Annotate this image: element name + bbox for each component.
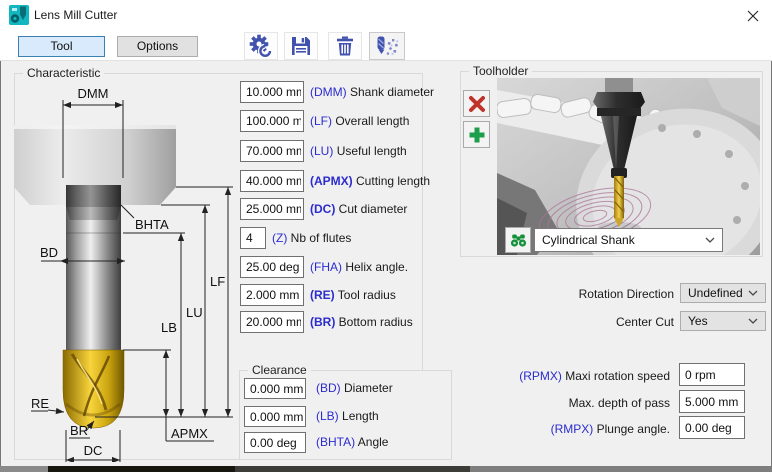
desktop-background-strip [0, 466, 772, 472]
rotation-direction-value: Undefined [688, 286, 743, 300]
diagram-label-br: BR [70, 423, 88, 438]
diagram-label-bhta: BHTA [135, 217, 169, 232]
diagram-label-lf: LF [210, 274, 225, 289]
floppy-save-icon [289, 34, 313, 58]
toolholder-group-label: Toolholder [469, 64, 532, 78]
center-cut-select[interactable]: Yes [680, 311, 766, 331]
overall-length-input[interactable] [240, 110, 304, 132]
clearance-length-input[interactable] [244, 406, 306, 427]
clearance-diameter-label: (BD) Diameter [316, 381, 393, 395]
chevron-down-icon [705, 237, 715, 243]
useful-length-label: (LU) Useful length [310, 144, 407, 158]
bottom-radius-label: (BR) Bottom radius [310, 315, 413, 329]
lens-mill-cutter-dialog: Lens Mill Cutter Tool Options [0, 0, 772, 472]
diagram-label-re: RE [31, 396, 49, 411]
tab-options[interactable]: Options [117, 36, 198, 57]
diagram-label-lb: LB [161, 320, 177, 335]
maxi-rotation-speed-label: (RPMX) Maxi rotation speed [440, 369, 670, 383]
recompute-button[interactable] [244, 32, 278, 60]
shank-diameter-label: (DMM) Shank diameter [310, 85, 434, 99]
helix-angle-input[interactable] [240, 256, 304, 278]
delete-button[interactable] [328, 32, 362, 60]
mill-chips-icon [374, 34, 400, 58]
tool-radius-label: (RE) Tool radius [310, 288, 396, 302]
add-toolholder-button[interactable] [463, 121, 490, 148]
chevron-down-icon [748, 290, 758, 296]
diagram-label-apmx: APMX [171, 426, 208, 441]
diagram-label-bd: BD [40, 245, 58, 260]
diagram-label-dc: DC [84, 443, 103, 458]
trash-icon [333, 34, 357, 58]
rotation-direction-select[interactable]: Undefined [680, 283, 766, 303]
diagram-label-lu: LU [186, 305, 203, 320]
shank-type-select[interactable]: Cylindrical Shank [534, 228, 723, 252]
cutting-length-label: (APMX) Cutting length [310, 174, 430, 188]
red-cross-icon [467, 94, 487, 114]
max-depth-of-pass-input[interactable] [679, 390, 745, 413]
bottom-radius-input[interactable] [240, 311, 304, 333]
rotation-direction-label: Rotation Direction [460, 287, 674, 301]
cutting-length-input[interactable] [240, 170, 304, 192]
find-toolholder-button[interactable] [505, 227, 531, 253]
center-cut-label: Center Cut [460, 315, 674, 329]
plunge-angle-label: (RMPX) Plunge angle. [440, 422, 670, 436]
close-button[interactable] [735, 1, 771, 30]
titlebar: Lens Mill Cutter [0, 0, 772, 30]
close-icon [747, 10, 759, 22]
chevron-down-icon [748, 318, 758, 324]
clearance-group-label: Clearance [248, 363, 311, 377]
max-depth-of-pass-label: Max. depth of pass [440, 396, 670, 410]
clearance-angle-label: (BHTA) Angle [316, 435, 388, 449]
tool-radius-input[interactable] [240, 284, 304, 306]
cut-diameter-label: (DC) Cut diameter [310, 202, 407, 216]
green-plus-icon [467, 125, 487, 145]
save-button[interactable] [284, 32, 318, 60]
cut-diameter-input[interactable] [240, 198, 304, 220]
helix-angle-label: (FHA) Helix angle. [310, 260, 408, 274]
clearance-length-label: (LB) Length [316, 409, 379, 423]
window-title: Lens Mill Cutter [34, 8, 117, 22]
flutes-input[interactable] [240, 227, 266, 249]
flutes-label: (Z) Nb of flutes [272, 231, 351, 245]
overall-length-label: (LF) Overall length [310, 114, 409, 128]
useful-length-input[interactable] [240, 140, 304, 162]
gear-refresh-icon [248, 33, 274, 59]
machining-button[interactable] [369, 32, 405, 60]
app-icon [9, 5, 29, 25]
tab-tool[interactable]: Tool [18, 36, 105, 57]
clearance-angle-input[interactable] [244, 432, 306, 453]
binoculars-icon [510, 232, 527, 248]
shank-type-value: Cylindrical Shank [542, 233, 635, 247]
clearance-diameter-input[interactable] [244, 378, 306, 399]
maxi-rotation-speed-input[interactable] [679, 363, 745, 386]
plunge-angle-input[interactable] [679, 416, 745, 439]
diagram-label-dmm: DMM [77, 86, 108, 101]
tool-diagram: DMM BHTA BD LF LU LB RE BR DC APMX [14, 74, 234, 462]
shank-diameter-input[interactable] [240, 81, 304, 103]
remove-toolholder-button[interactable] [463, 90, 490, 117]
center-cut-value: Yes [688, 314, 708, 328]
